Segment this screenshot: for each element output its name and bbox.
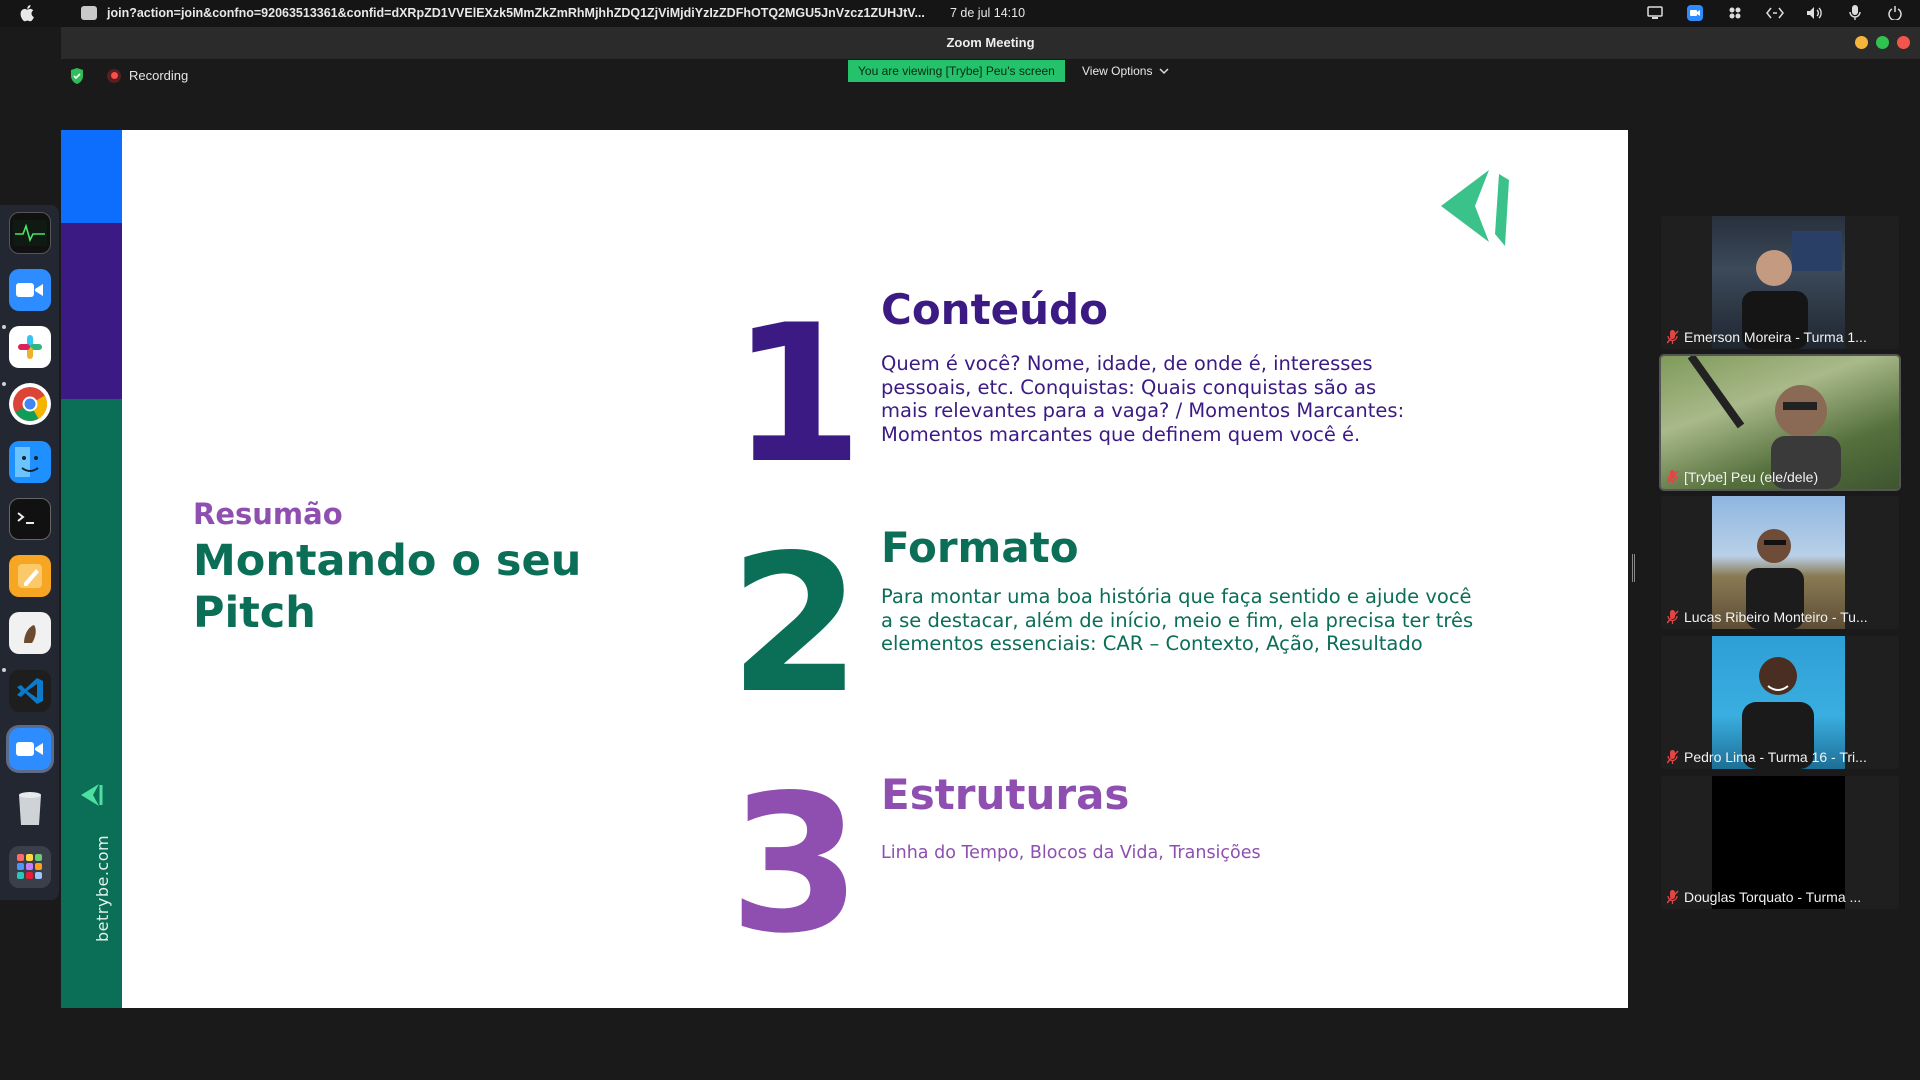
participant-tile[interactable]: Emerson Moreira - Turma 1...: [1661, 216, 1899, 349]
zoom-window-icon: [81, 6, 97, 20]
terminal-icon[interactable]: [9, 498, 51, 540]
running-indicator: [2, 382, 6, 386]
window-url: join?action=join&confno=92063513361&conf…: [107, 6, 925, 20]
app-icon[interactable]: [9, 612, 51, 654]
participant-name-label: Pedro Lima - Turma 16 - Tri...: [1667, 749, 1893, 765]
apple-icon[interactable]: [20, 4, 36, 22]
zoom-active-icon[interactable]: [9, 728, 51, 770]
section-body-2: Para montar uma boa história que faça se…: [881, 585, 1474, 655]
activity-monitor-icon[interactable]: [9, 212, 51, 254]
mic-muted-icon: [1667, 610, 1679, 624]
section-number-3: 3: [729, 754, 862, 975]
mic-muted-icon: [1667, 750, 1679, 764]
color-bar-green: [61, 399, 122, 1008]
zoom-tray-icon[interactable]: [1686, 4, 1704, 22]
view-options-button[interactable]: View Options: [1082, 64, 1169, 78]
section-body-1: Quem é você? Nome, idade, de onde é, int…: [881, 352, 1405, 446]
chrome-icon[interactable]: [9, 383, 51, 425]
trybe-logo-small-icon: [81, 784, 103, 806]
slide-subtitle: Resumão: [193, 497, 343, 531]
gallery-resize-handle[interactable]: [1632, 554, 1635, 582]
zoom-icon[interactable]: [9, 269, 51, 311]
running-indicator: [2, 325, 6, 329]
microphone-icon[interactable]: [1846, 4, 1864, 22]
section-title-1: Conteúdo: [881, 285, 1108, 334]
participant-name-label: [Trybe] Peu (ele/dele): [1667, 469, 1893, 485]
site-url: betrybe.com: [93, 834, 112, 942]
window-controls: [1855, 36, 1910, 49]
code-brackets-icon[interactable]: [1766, 4, 1784, 22]
participant-tile[interactable]: Douglas Torquato - Turma ...: [1661, 776, 1899, 909]
encryption-shield-icon[interactable]: [69, 67, 85, 89]
slack-icon[interactable]: [9, 326, 51, 368]
recording-label: Recording: [129, 68, 189, 83]
launchpad-icon[interactable]: [9, 846, 51, 888]
participant-name-label: Lucas Ribeiro Monteiro - Tu...: [1667, 609, 1893, 625]
power-icon[interactable]: [1886, 4, 1904, 22]
close-button[interactable]: [1897, 36, 1910, 49]
record-icon: [107, 68, 121, 83]
section-title-2: Formato: [881, 523, 1079, 572]
participant-tile-active-speaker[interactable]: [Trybe] Peu (ele/dele): [1659, 354, 1901, 491]
participant-tile[interactable]: Lucas Ribeiro Monteiro - Tu...: [1661, 496, 1899, 629]
finder-icon[interactable]: [9, 441, 51, 483]
screen-share-icon[interactable]: [1646, 4, 1664, 22]
volume-icon[interactable]: [1806, 4, 1824, 22]
slack-tray-icon[interactable]: [1726, 4, 1744, 22]
zoom-window: Zoom Meeting Recording You are viewing […: [61, 27, 1920, 1080]
participant-tile[interactable]: Pedro Lima - Turma 16 - Tri...: [1661, 636, 1899, 769]
trybe-logo-icon: [1441, 170, 1509, 246]
trash-icon[interactable]: [9, 787, 51, 829]
window-title: Zoom Meeting: [946, 35, 1035, 50]
dock: [0, 205, 59, 900]
running-indicator: [2, 668, 6, 672]
color-bar-purple: [61, 223, 122, 399]
view-options-label: View Options: [1082, 64, 1153, 78]
mic-muted-icon: [1667, 470, 1679, 484]
minimize-button[interactable]: [1855, 36, 1868, 49]
status-tray: [1646, 4, 1904, 22]
pages-icon[interactable]: [9, 555, 51, 597]
section-body-3: Linha do Tempo, Blocos da Vida, Transiçõ…: [881, 843, 1261, 863]
recording-indicator[interactable]: Recording: [107, 68, 188, 83]
participant-name-label: Douglas Torquato - Turma ...: [1667, 889, 1893, 905]
mic-muted-icon: [1667, 890, 1679, 904]
maximize-button[interactable]: [1876, 36, 1889, 49]
chevron-down-icon: [1159, 68, 1169, 75]
vscode-icon[interactable]: [9, 670, 51, 712]
participant-name-label: Emerson Moreira - Turma 1...: [1667, 329, 1893, 345]
color-bar-blue: [61, 130, 122, 223]
shared-screen-slide: betrybe.com Resumão Montando o seu Pitch…: [61, 130, 1628, 1008]
section-title-3: Estruturas: [881, 770, 1130, 819]
clock[interactable]: 7 de jul 14:10: [950, 6, 1025, 20]
section-number-2: 2: [729, 514, 862, 735]
slide-title: Montando o seu Pitch: [193, 536, 582, 638]
mic-muted-icon: [1667, 330, 1679, 344]
menu-bar: join?action=join&confno=92063513361&conf…: [0, 0, 1920, 27]
title-bar: Zoom Meeting: [61, 27, 1920, 59]
viewing-banner: You are viewing [Trybe] Peu's screen: [848, 60, 1065, 82]
section-number-1: 1: [731, 284, 864, 505]
